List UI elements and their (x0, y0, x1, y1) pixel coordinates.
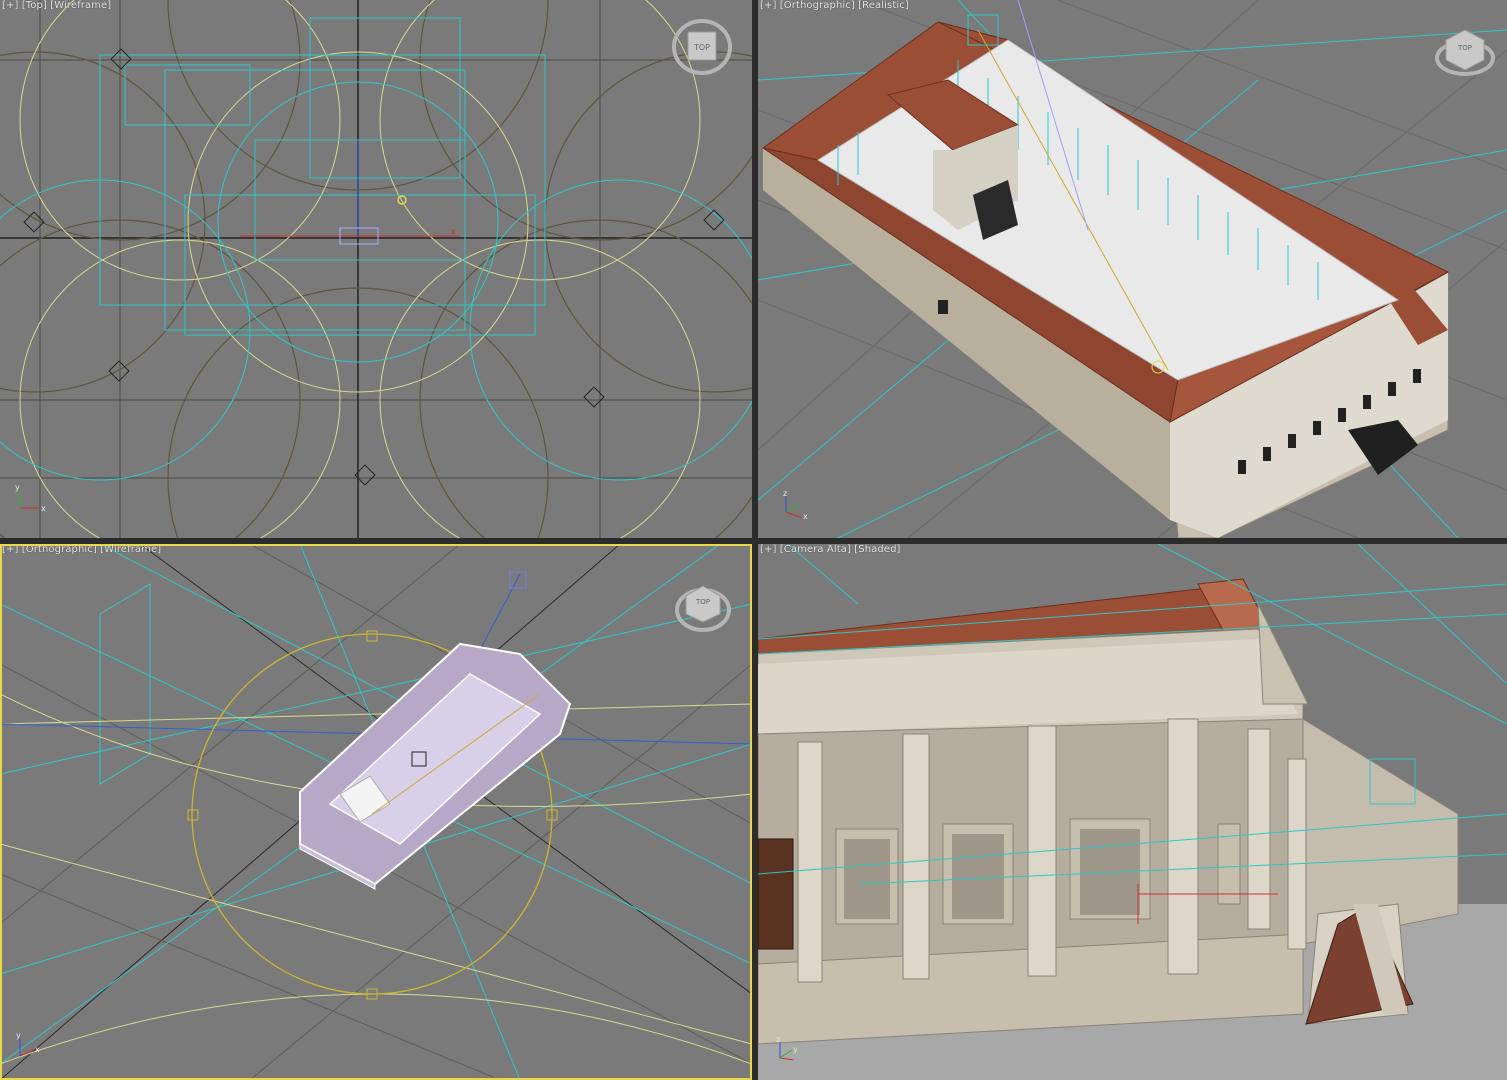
viewcube-icon[interactable]: TOP (1434, 20, 1496, 82)
viewport-point-of-view[interactable]: [Orthographic] (22, 544, 97, 555)
viewport-point-of-view[interactable]: [Camera Alta] (780, 544, 851, 555)
viewport-menu-plus[interactable]: [+] (760, 544, 776, 555)
svg-text:x: x (803, 512, 808, 520)
axis-tripod-icon: x z (778, 489, 812, 521)
top-wireframe-scene: x (0, 0, 752, 538)
viewcube-face-label: TOP (1457, 44, 1472, 52)
ortho-realistic-scene (758, 0, 1507, 538)
svg-text:x: x (451, 227, 456, 236)
viewport-menu-plus[interactable]: [+] (2, 0, 18, 11)
viewport-ortho-realistic[interactable]: [+] [Orthographic] [Realistic] TOP x z (758, 0, 1507, 538)
viewcube-face-label: TOP (695, 598, 710, 606)
viewcube-face-label: TOP (693, 43, 710, 52)
viewport-shading-mode[interactable]: [Realistic] (858, 0, 909, 11)
viewport-shading-mode[interactable]: [Shaded] (854, 544, 900, 555)
viewport-ortho-wireframe[interactable]: [+] [Orthographic] [Wireframe] TOP x y (0, 544, 752, 1080)
viewport-label[interactable]: [+] [Top] [Wireframe] (2, 0, 111, 11)
viewport-menu-plus[interactable]: [+] (760, 0, 776, 11)
svg-text:z: z (776, 1035, 780, 1044)
svg-text:x: x (35, 1045, 40, 1054)
viewport-point-of-view[interactable]: [Orthographic] (780, 0, 855, 11)
svg-text:y: y (16, 1032, 21, 1040)
viewcube-icon[interactable]: TOP (672, 574, 734, 636)
viewport-label[interactable]: [+] [Camera Alta] [Shaded] (760, 544, 901, 555)
axis-tripod-icon: z y (772, 1034, 806, 1064)
svg-text:y: y (15, 484, 20, 492)
svg-text:x: x (41, 504, 46, 513)
viewcube-icon[interactable]: TOP (671, 16, 733, 78)
viewport-label[interactable]: [+] [Orthographic] [Realistic] (760, 0, 909, 11)
camera-shaded-scene (758, 544, 1507, 1080)
viewport-shading-mode[interactable]: [Wireframe] (50, 0, 111, 11)
svg-text:y: y (793, 1045, 798, 1054)
viewport-top-wireframe[interactable]: x [+] [Top] [Wireframe] TOP x y (0, 0, 752, 538)
viewport-point-of-view[interactable]: [Top] (22, 0, 47, 11)
axis-tripod-icon: x y (12, 1031, 46, 1062)
viewport-menu-plus[interactable]: [+] (2, 544, 18, 555)
svg-text:z: z (783, 490, 787, 498)
ortho-wireframe-scene (0, 544, 752, 1080)
axis-tripod-icon: x y (14, 483, 48, 514)
viewport-label[interactable]: [+] [Orthographic] [Wireframe] (2, 544, 161, 555)
viewport-shading-mode[interactable]: [Wireframe] (100, 544, 161, 555)
viewport-camera-shaded[interactable]: [+] [Camera Alta] [Shaded] z y (758, 544, 1507, 1080)
